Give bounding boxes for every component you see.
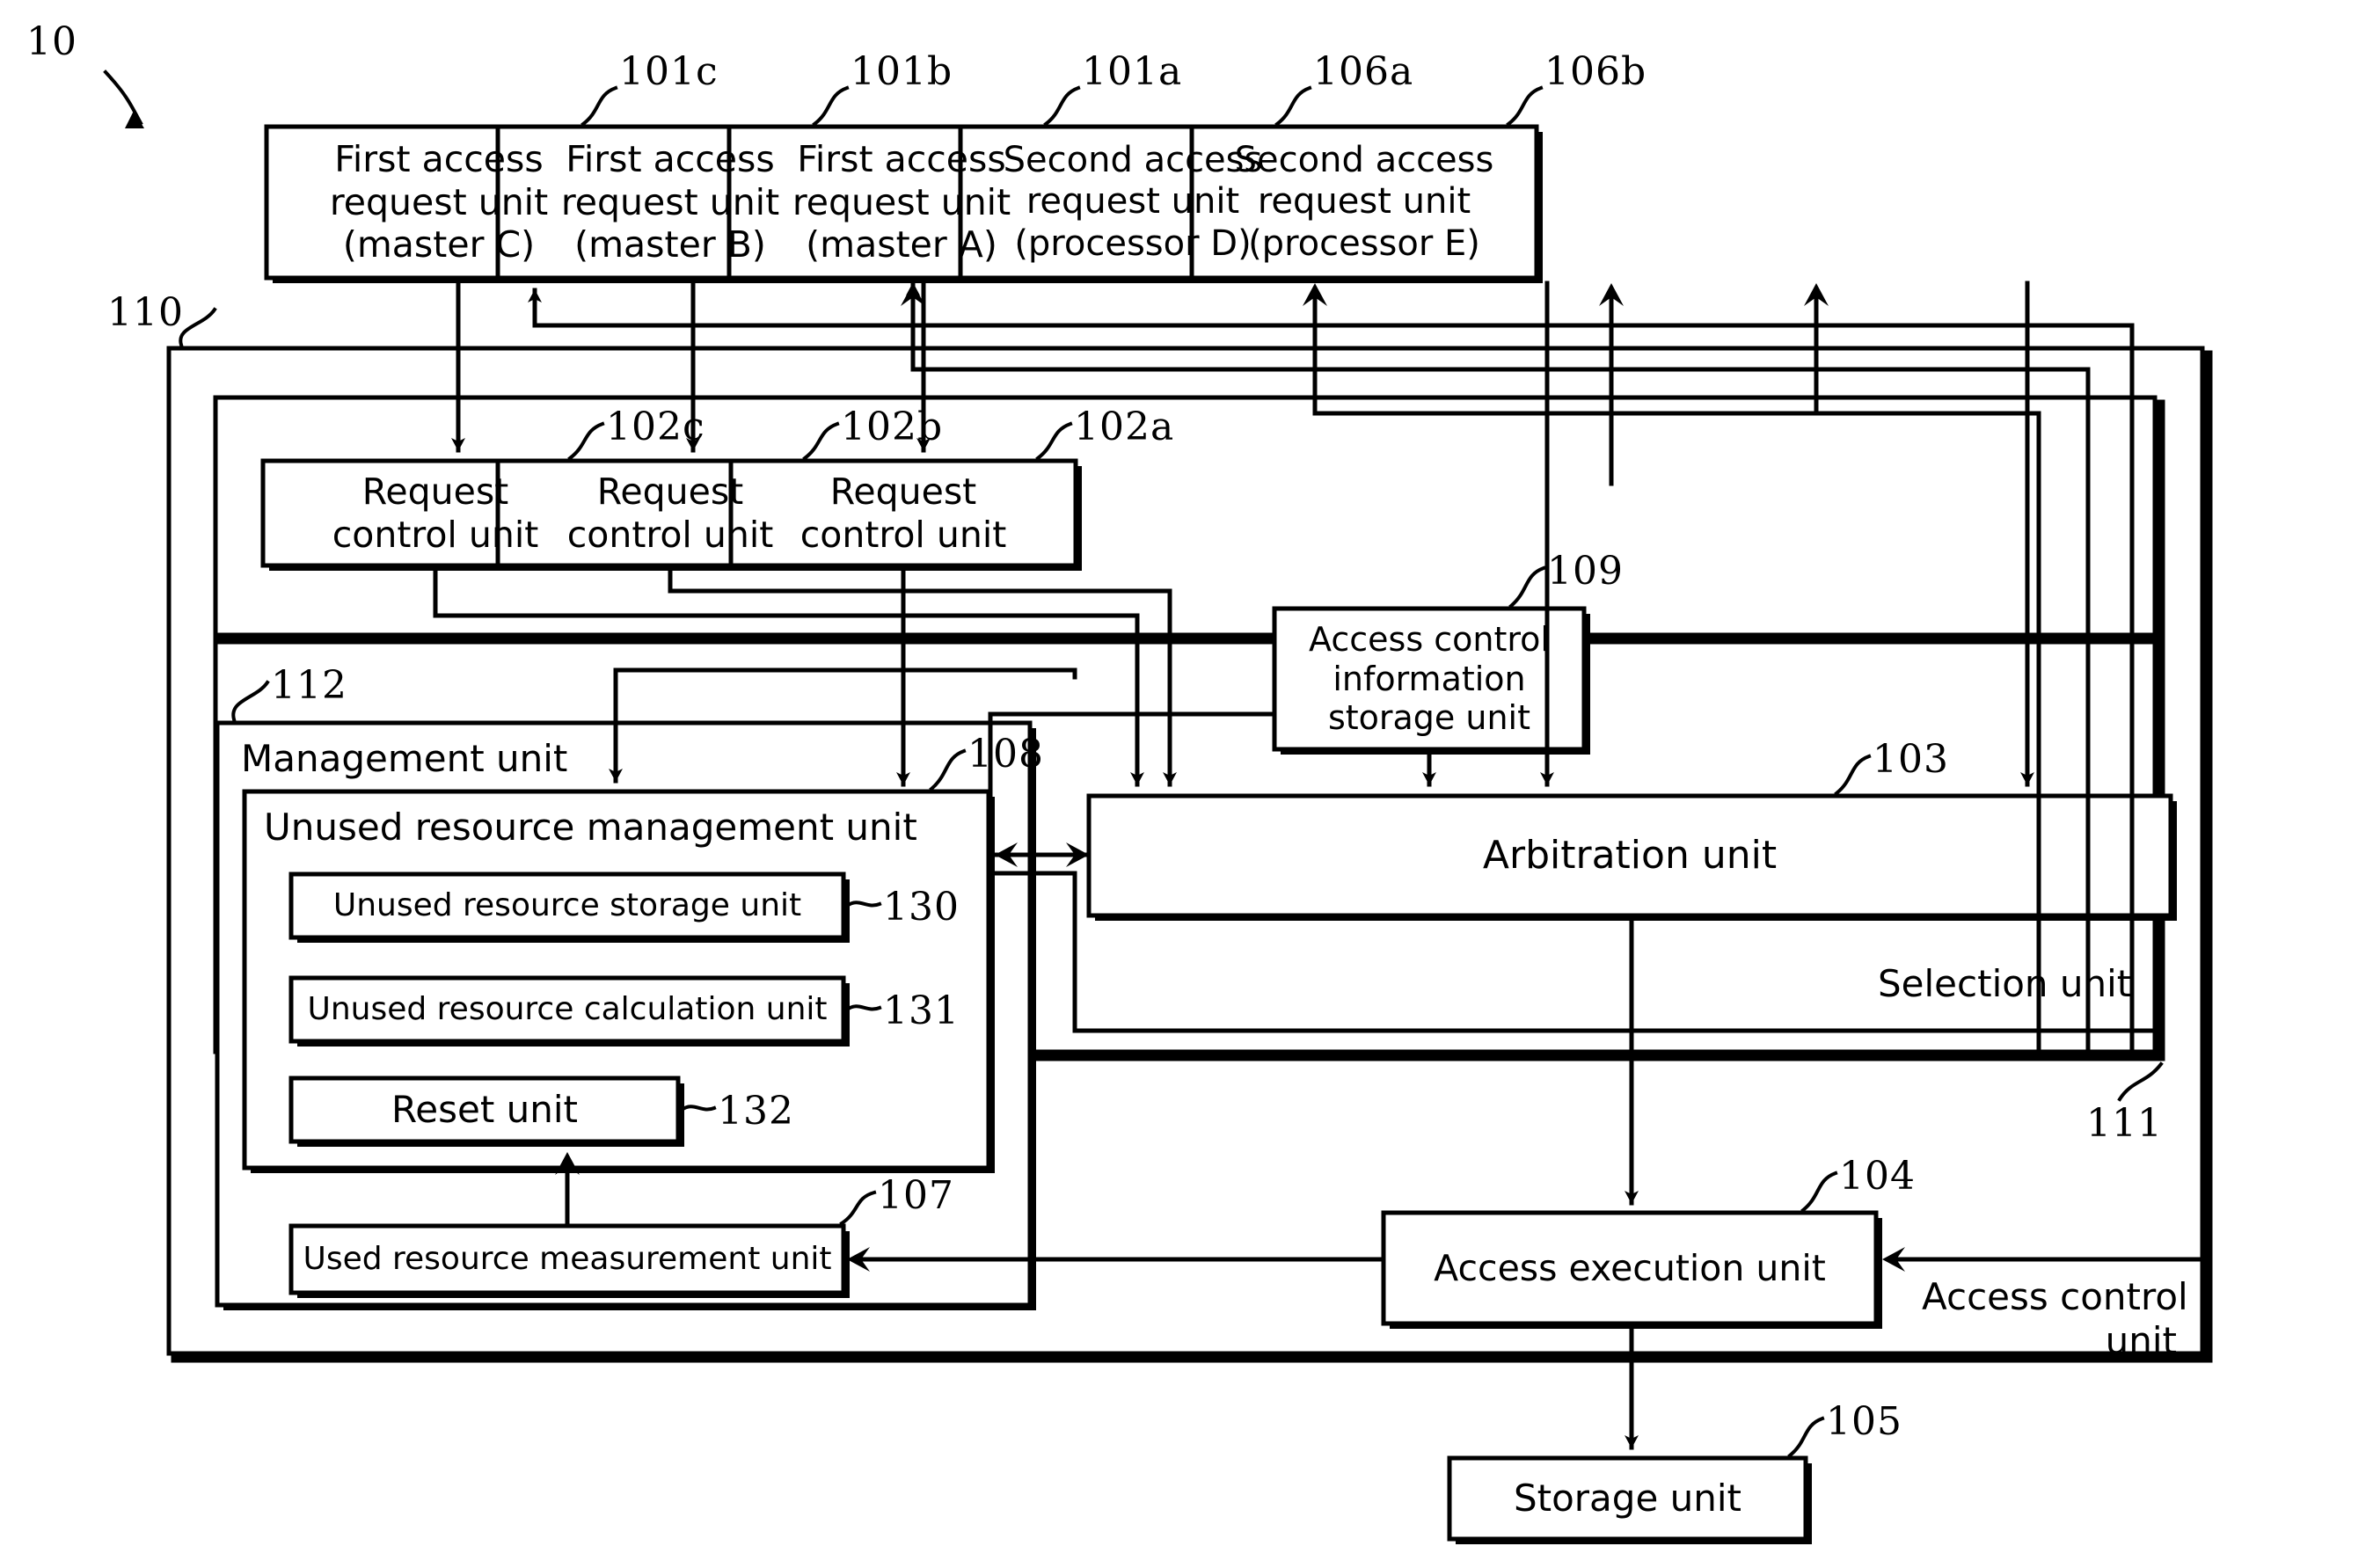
ref-108: 108: [967, 732, 1044, 777]
ref-102a: 102a: [1074, 405, 1175, 449]
ref-111: 111: [2086, 1101, 2163, 1146]
ref-102c: 102c: [606, 405, 705, 449]
ref-102b: 102b: [841, 405, 944, 449]
ref-101c: 101c: [619, 49, 719, 94]
ref-106b: 106b: [1544, 49, 1647, 94]
ref-105: 105: [1826, 1399, 1902, 1444]
ref-103: 103: [1873, 737, 1949, 782]
ref-132: 132: [718, 1089, 794, 1134]
ref-104: 104: [1839, 1154, 1916, 1199]
ref-109: 109: [1547, 549, 1624, 594]
ref-101a: 101a: [1082, 49, 1183, 94]
patent-block-diagram: 10 101c 101b 101a 106a 106b 110 102c 102…: [0, 0, 2373, 1568]
ref-10: 10: [26, 19, 77, 64]
ref-101b: 101b: [851, 49, 953, 94]
ref-130: 130: [883, 885, 960, 930]
ref-131: 131: [883, 988, 960, 1033]
ref-110: 110: [107, 290, 184, 335]
diagram-linework: [103, 69, 2213, 1544]
ref-112: 112: [271, 663, 347, 708]
ref-106a: 106a: [1313, 49, 1414, 94]
ref-107: 107: [878, 1173, 954, 1218]
